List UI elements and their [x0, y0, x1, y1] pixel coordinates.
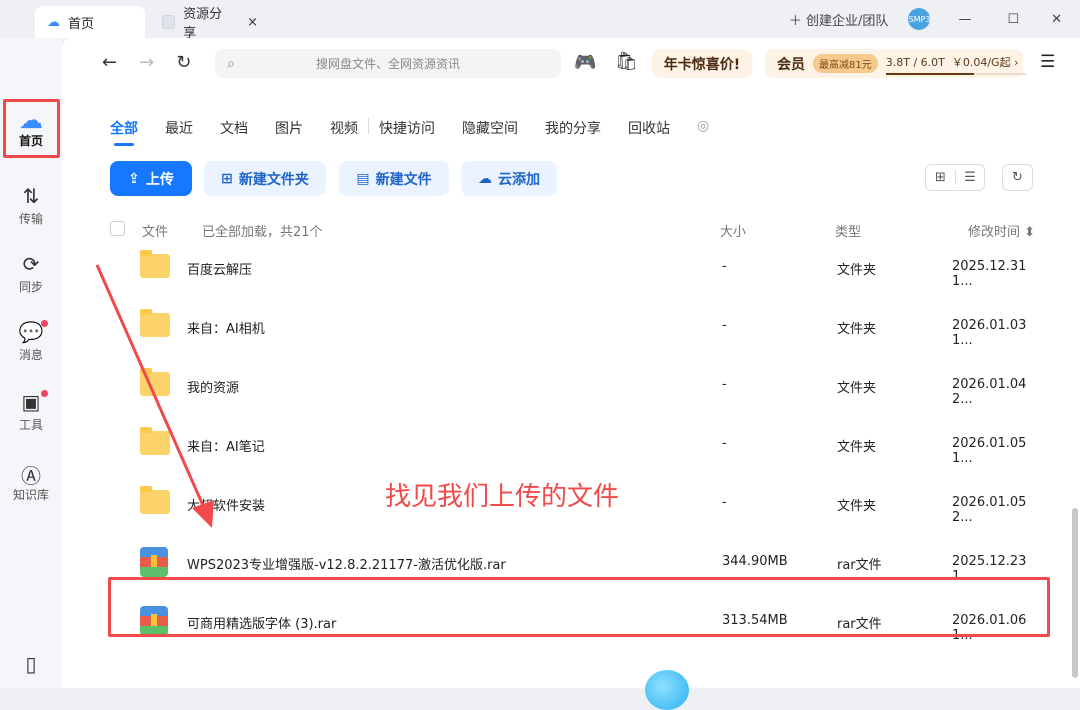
annotation-arrow: [95, 264, 214, 528]
